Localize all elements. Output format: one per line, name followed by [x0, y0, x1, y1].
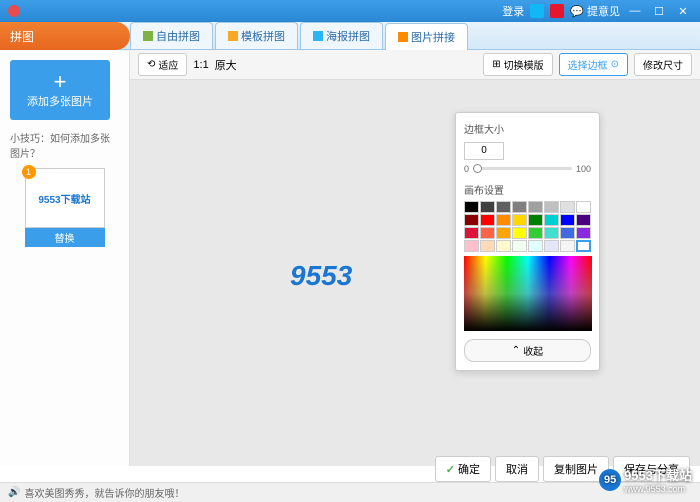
border-size-slider[interactable]	[473, 167, 572, 170]
tab-icon	[313, 31, 323, 41]
minimize-button[interactable]: —	[626, 5, 644, 17]
slider-thumb[interactable]	[473, 164, 482, 173]
login-link[interactable]: 登录	[502, 3, 524, 19]
color-swatch[interactable]	[480, 201, 495, 213]
color-swatch[interactable]	[528, 240, 543, 252]
canvas-toolbar: ⟲ 适应 1:1 原大 ⊞ 切换模版 选择边框 ⊙ 修改尺寸	[130, 50, 700, 80]
select-border-button[interactable]: 选择边框 ⊙	[559, 53, 628, 76]
thumb-content: 9553下载站	[38, 191, 90, 206]
color-swatch[interactable]	[576, 201, 591, 213]
color-swatch[interactable]	[576, 240, 591, 252]
close-button[interactable]: ✕	[674, 5, 692, 18]
color-swatch[interactable]	[464, 240, 479, 252]
app-icon	[8, 5, 20, 17]
color-swatch[interactable]	[464, 214, 479, 226]
zoom-original[interactable]: 原大	[215, 57, 237, 73]
color-swatch[interactable]	[512, 214, 527, 226]
color-swatch[interactable]	[480, 240, 495, 252]
slider-max: 100	[576, 164, 591, 174]
color-swatches	[464, 201, 591, 252]
thumb-badge: 1	[22, 165, 36, 179]
cancel-button[interactable]: 取消	[495, 456, 539, 482]
color-swatch[interactable]	[528, 214, 543, 226]
tab-poster[interactable]: 海报拼图	[300, 22, 383, 49]
color-swatch[interactable]	[576, 214, 591, 226]
titlebar: 登录 💬 提意见 — ☐ ✕	[0, 0, 700, 22]
color-swatch[interactable]	[496, 227, 511, 239]
check-icon: ✓	[446, 463, 455, 476]
tab-icon	[228, 31, 238, 41]
modify-size-button[interactable]: 修改尺寸	[634, 53, 692, 76]
chevron-down-icon: ⊙	[611, 59, 619, 70]
maximize-button[interactable]: ☐	[650, 5, 668, 18]
color-swatch[interactable]	[560, 240, 575, 252]
tab-template[interactable]: 模板拼图	[215, 22, 298, 49]
tab-icon	[398, 32, 408, 42]
ok-button[interactable]: ✓确定	[435, 456, 491, 482]
gradient-picker[interactable]	[464, 256, 592, 331]
thumbnail[interactable]: 1 9553下载站	[25, 168, 105, 228]
color-swatch[interactable]	[528, 201, 543, 213]
tab-icon	[143, 31, 153, 41]
color-swatch[interactable]	[544, 214, 559, 226]
canvas-content[interactable]: 9553 边框大小 0 100 画布设置 ⌃ 收起	[130, 80, 700, 466]
border-size-label: 边框大小	[464, 121, 591, 136]
color-swatch[interactable]	[544, 201, 559, 213]
main: + 添加多张图片 小技巧：如何添加多张图片？ 1 9553下载站 替换 ⟲ 适应…	[0, 50, 700, 466]
color-swatch[interactable]	[512, 227, 527, 239]
color-swatch[interactable]	[560, 201, 575, 213]
color-swatch[interactable]	[496, 240, 511, 252]
color-swatch[interactable]	[512, 240, 527, 252]
color-swatch[interactable]	[480, 227, 495, 239]
color-swatch[interactable]	[560, 227, 575, 239]
preview-image[interactable]: 9553	[290, 260, 352, 292]
color-swatch[interactable]	[544, 240, 559, 252]
qq-icon[interactable]	[530, 4, 544, 18]
canvas-area: ⟲ 适应 1:1 原大 ⊞ 切换模版 选择边框 ⊙ 修改尺寸 9553 边框大小…	[130, 50, 700, 466]
canvas-settings-label: 画布设置	[464, 182, 591, 197]
weibo-icon[interactable]	[550, 4, 564, 18]
statusbar: 🔊 喜欢美图秀秀，就告诉你的朋友哦！	[0, 482, 700, 502]
module-title: 拼图	[0, 22, 130, 50]
color-swatch[interactable]	[544, 227, 559, 239]
watermark: 95 9553下载站 www.9553.com	[599, 465, 692, 494]
color-swatch[interactable]	[496, 201, 511, 213]
tab-stitch[interactable]: 图片拼接	[385, 23, 468, 50]
color-swatch[interactable]	[560, 214, 575, 226]
sidebar: + 添加多张图片 小技巧：如何添加多张图片？ 1 9553下载站 替换	[0, 50, 130, 466]
color-swatch[interactable]	[464, 201, 479, 213]
chevron-up-icon: ⌃	[512, 345, 520, 356]
zoom-fit-button[interactable]: ⟲ 适应	[138, 53, 187, 76]
color-swatch[interactable]	[528, 227, 543, 239]
plus-icon: +	[54, 71, 67, 93]
zoom-ratio: 1:1	[193, 59, 208, 71]
color-swatch[interactable]	[576, 227, 591, 239]
color-swatch[interactable]	[464, 227, 479, 239]
slider-min: 0	[464, 164, 469, 174]
switch-template-button[interactable]: ⊞ 切换模版	[483, 53, 552, 76]
color-swatch[interactable]	[512, 201, 527, 213]
watermark-logo: 95	[599, 469, 621, 491]
color-swatch[interactable]	[480, 214, 495, 226]
speaker-icon: 🔊	[8, 487, 20, 498]
border-panel: 边框大小 0 100 画布设置 ⌃ 收起	[455, 112, 600, 371]
tab-free[interactable]: 自由拼图	[130, 22, 213, 49]
border-size-input[interactable]	[464, 142, 504, 160]
collapse-button[interactable]: ⌃ 收起	[464, 339, 591, 362]
feedback-link[interactable]: 💬 提意见	[570, 3, 620, 19]
tip-text[interactable]: 小技巧：如何添加多张图片？	[10, 130, 119, 160]
replace-button[interactable]: 替换	[25, 228, 105, 247]
add-images-button[interactable]: + 添加多张图片	[10, 60, 110, 120]
color-swatch[interactable]	[496, 214, 511, 226]
